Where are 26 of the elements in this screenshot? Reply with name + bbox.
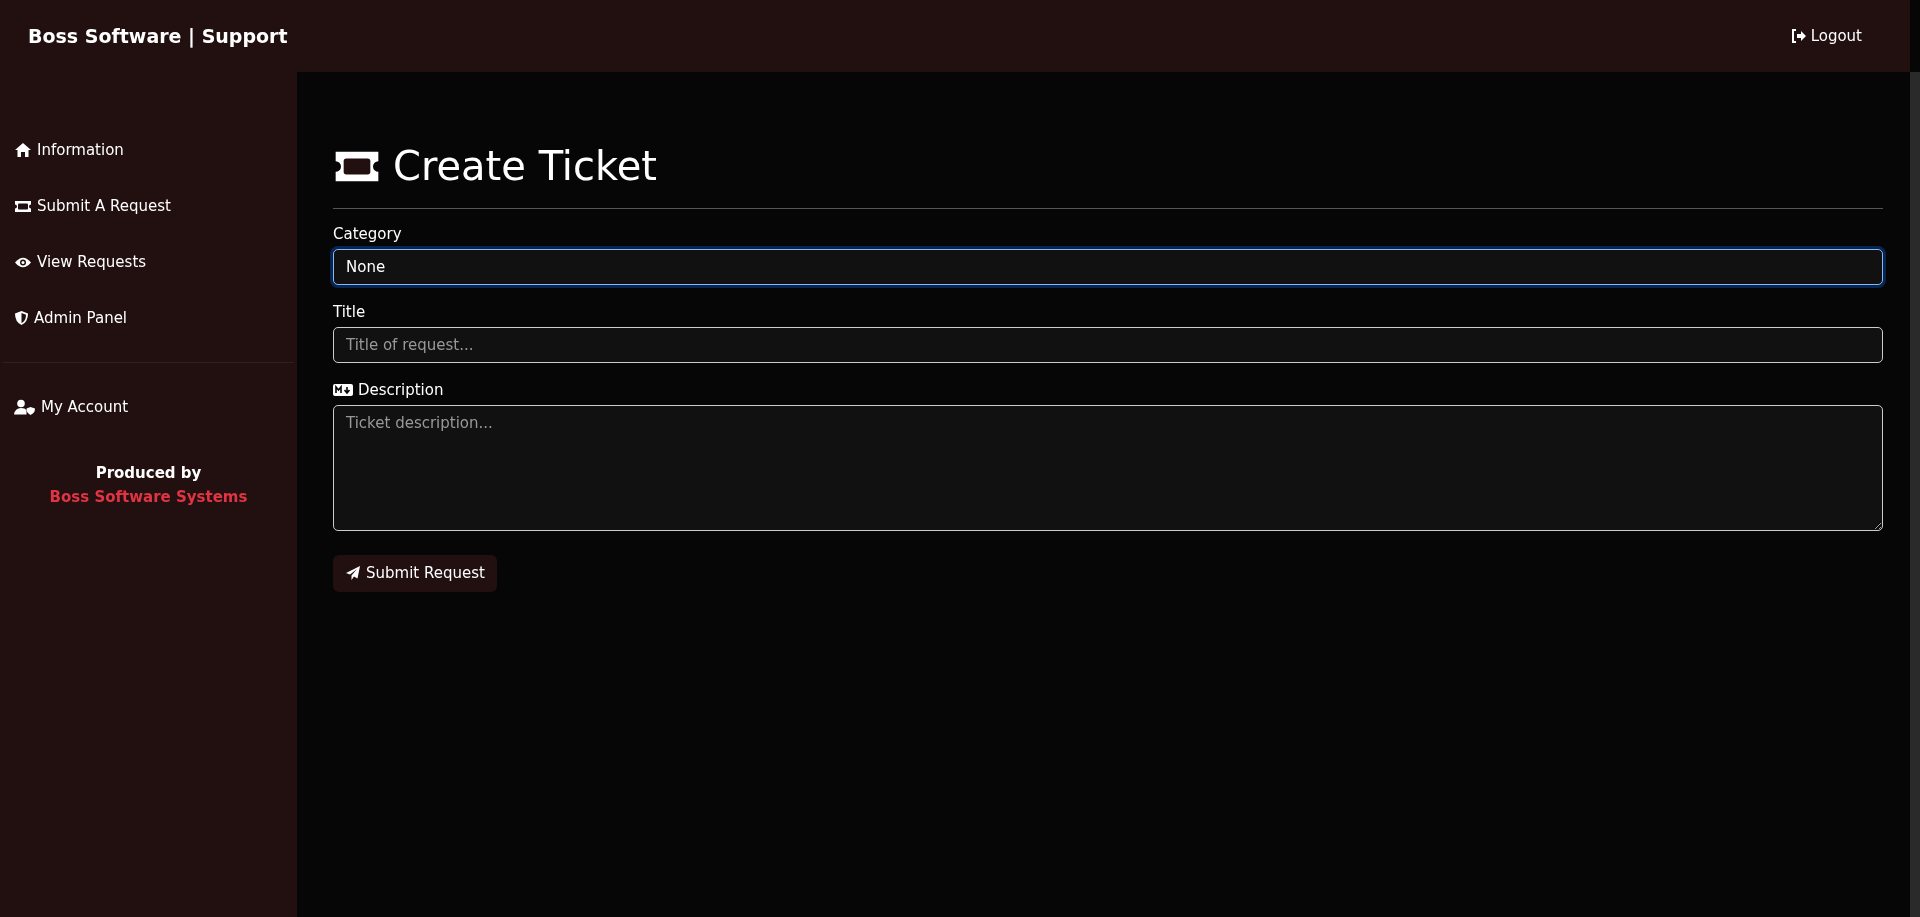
sidebar-link[interactable]: View Requests (37, 250, 147, 274)
shield-icon (14, 310, 29, 326)
logout-icon (1790, 29, 1807, 43)
field-label: Description (358, 380, 444, 401)
page-title: Create Ticket (393, 142, 657, 190)
sidebar-link[interactable]: Information (37, 138, 124, 162)
field-label: Category (333, 224, 403, 245)
sidebar-link[interactable]: My Account (41, 395, 129, 419)
sidebar-link[interactable]: Admin Panel (34, 306, 128, 330)
home-icon (14, 142, 32, 158)
category-select[interactable]: None (333, 248, 1883, 285)
markdown-icon (333, 384, 353, 397)
ticket-icon (14, 199, 32, 213)
scrollbar[interactable] (1910, 72, 1920, 917)
credit-text: Produced by Boss Software Systems (48, 463, 249, 508)
paper-plane-icon (345, 565, 361, 582)
description-textarea[interactable]: Ticket description... (333, 404, 1883, 531)
submit-button[interactable]: Submit Request (333, 555, 497, 592)
user-shield-icon (14, 399, 36, 415)
eye-icon (14, 255, 32, 269)
site-brand[interactable]: Boss Software | Support (28, 21, 288, 51)
title-input[interactable]: Title of request... (333, 326, 1883, 363)
logout-link[interactable]: Logout (1790, 24, 1862, 48)
sidebar-link[interactable]: Submit A Request (37, 194, 171, 218)
company-link[interactable]: Boss Software Systems (49, 488, 248, 506)
field-label: Title (333, 302, 367, 323)
